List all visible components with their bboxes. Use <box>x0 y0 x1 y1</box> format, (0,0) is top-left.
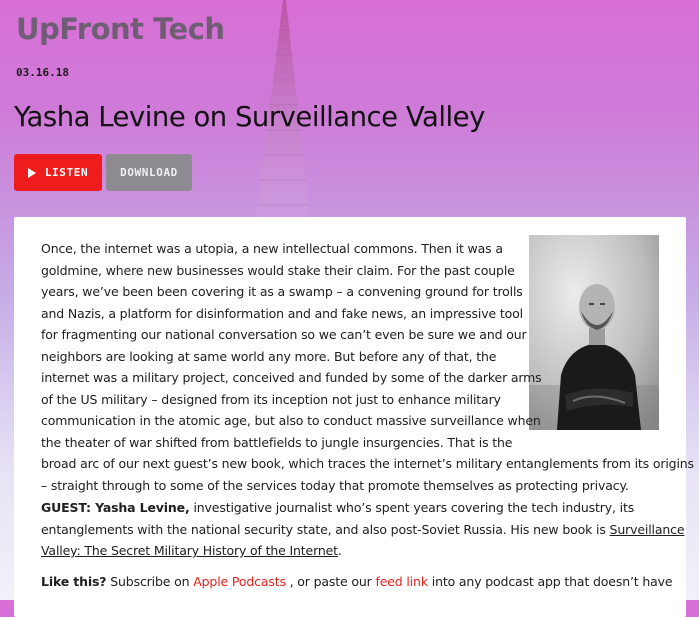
description-line: broad arc of our next guest’s new book, … <box>41 456 694 471</box>
guest-line-2: entanglements with the national security… <box>41 519 685 541</box>
description-line: the theater of war shifted from battlefi… <box>41 434 513 450</box>
promo-text-1: Subscribe on <box>106 574 194 589</box>
description-line: neighbors are looking at same world any … <box>41 348 497 364</box>
guest-bio-end: . <box>337 543 342 558</box>
listen-label: LISTEN <box>44 166 89 179</box>
promo-label: Like this? <box>41 574 107 589</box>
guest-line-3: Valley: The Secret Military History of t… <box>41 540 666 562</box>
description-line: communication in the atomic age, but als… <box>41 413 541 428</box>
show-title[interactable]: UpFront Tech <box>16 12 225 46</box>
promo-line: Like this? Subscribe on Apple Podcasts ,… <box>41 571 673 593</box>
description-line: internet was a military project, conceiv… <box>41 370 542 385</box>
listen-button[interactable]: LISTEN <box>14 154 102 191</box>
description-line: and Nazis, a platform for disinformation… <box>41 305 523 321</box>
subscribe-promo: Like this? Subscribe on Apple Podcasts ,… <box>41 571 673 593</box>
episode-description: Once, the internet was a utopia, a new i… <box>41 238 694 496</box>
episode-title: Yasha Levine on Surveillance Valley <box>14 101 485 133</box>
apple-podcasts-link[interactable]: Apple Podcasts <box>193 574 286 589</box>
guest-photo <box>529 235 659 430</box>
description-line: – straight through to some of the servic… <box>41 477 629 493</box>
description-line: of the US military – designed from its i… <box>41 391 501 407</box>
guest-bio-2: entanglements with the national security… <box>41 521 610 537</box>
feed-link[interactable]: feed link <box>375 574 428 589</box>
promo-text-3: into any podcast app that doesn’t have <box>427 574 673 589</box>
guest-info: GUEST: Yasha Levine, investigative journ… <box>41 497 685 562</box>
guest-line-1: GUEST: Yasha Levine, investigative journ… <box>41 497 666 519</box>
description-line: years, we’ve been been covering it as a … <box>41 284 523 299</box>
promo-text-2: , or paste our <box>285 574 376 589</box>
description-line: Once, the internet was a utopia, a new i… <box>41 241 503 256</box>
download-button[interactable]: DOWNLOAD <box>106 154 192 191</box>
play-icon <box>27 167 36 178</box>
guest-label: GUEST: Yasha Levine, <box>41 500 190 515</box>
download-label: DOWNLOAD <box>120 166 178 179</box>
book-link-continued[interactable]: Valley: The Secret Military History of t… <box>41 543 338 558</box>
guest-bio-1: investigative journalist who’s spent yea… <box>189 500 635 515</box>
book-link[interactable]: Surveillance <box>610 522 685 537</box>
description-line: for fragmenting our national conversatio… <box>41 327 527 342</box>
episode-date: 03.16.18 <box>16 66 69 79</box>
description-line: goldmine, where new businesses would sta… <box>41 262 515 278</box>
